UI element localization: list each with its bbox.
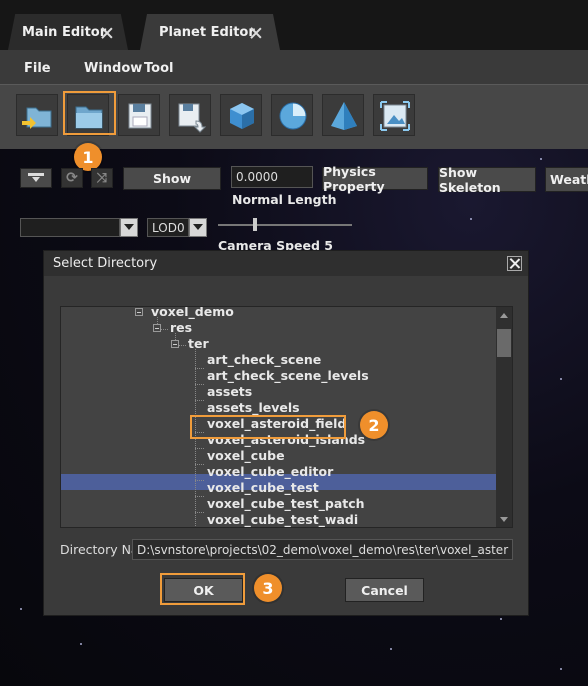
import-folder-icon <box>22 107 52 129</box>
cancel-button[interactable]: Cancel <box>345 578 424 602</box>
directory-name-label: Directory Na <box>60 542 139 557</box>
tab-bar: Main Editor Planet Editor <box>0 0 588 50</box>
lod-select[interactable]: LOD0 <box>147 218 189 237</box>
show-skeleton-button[interactable]: Show Skeleton <box>438 165 536 195</box>
tree-node[interactable]: voxel_cube_test_wadi <box>207 512 358 527</box>
step-badge-2: 2 <box>360 411 388 439</box>
tree-node[interactable]: art_check_scene <box>207 352 321 368</box>
tree-node[interactable]: assets <box>207 384 252 400</box>
menu-window[interactable]: Window <box>84 61 142 76</box>
menu-tool[interactable]: Tool <box>144 61 173 76</box>
cube-icon <box>230 103 254 129</box>
camera-speed-slider[interactable] <box>218 224 352 226</box>
sphere-icon <box>279 102 307 130</box>
dialog-title: Select Directory <box>44 251 528 276</box>
highlight-ok-button <box>160 573 245 605</box>
step-badge-1: 1 <box>74 143 102 171</box>
cube-button[interactable] <box>220 94 262 136</box>
menu-file[interactable]: File <box>24 61 51 76</box>
save-icon <box>128 103 152 129</box>
tree-node[interactable]: voxel_demo <box>151 307 234 320</box>
chevron-down-icon[interactable] <box>120 218 138 237</box>
highlight-open-folder <box>63 91 116 135</box>
collapse-icon <box>28 173 44 182</box>
close-icon[interactable] <box>507 256 522 271</box>
close-icon[interactable] <box>101 27 113 39</box>
tree-node[interactable]: voxel_cube_test_patch <box>207 496 365 512</box>
import-folder-button[interactable] <box>16 94 58 136</box>
expand-toggle-icon[interactable] <box>171 340 179 348</box>
pyramid-icon <box>331 102 357 130</box>
normal-length-label: Normal Length <box>232 192 337 207</box>
tree-node[interactable]: art_check_scene_levels <box>207 368 369 384</box>
camera-speed-handle[interactable] <box>253 218 257 231</box>
scroll-thumb[interactable] <box>497 329 511 357</box>
tab-label: Planet Editor <box>159 24 255 40</box>
tree-node[interactable]: ter <box>188 336 209 352</box>
expand-toggle-icon[interactable] <box>153 324 161 332</box>
pyramid-button[interactable] <box>322 94 364 136</box>
save-as-button[interactable] <box>169 94 211 136</box>
image-tool-icon <box>380 101 410 131</box>
tab-label: Main Editor <box>22 24 107 40</box>
save-as-icon <box>178 103 207 133</box>
menu-bar: File Window Tool <box>0 50 588 84</box>
save-button[interactable] <box>118 94 160 136</box>
highlight-selected-folder <box>190 415 346 439</box>
collapse-button[interactable] <box>20 168 52 188</box>
sphere-button[interactable] <box>271 94 313 136</box>
object-select[interactable] <box>20 218 120 237</box>
tree-node[interactable]: voxel_cube <box>207 448 285 464</box>
tree-scrollbar[interactable] <box>496 307 512 527</box>
tree-node[interactable]: res <box>170 320 192 336</box>
scroll-up-icon[interactable] <box>500 313 508 318</box>
expand-toggle-icon[interactable] <box>135 308 143 316</box>
scroll-down-icon[interactable] <box>500 517 508 522</box>
shuffle-button[interactable]: ⤨ <box>91 168 113 188</box>
tree-node[interactable]: voxel_cube_test <box>207 480 319 496</box>
close-icon[interactable] <box>250 27 262 39</box>
refresh-button[interactable]: ⟳ <box>61 168 83 188</box>
shuffle-icon: ⤨ <box>96 170 108 186</box>
image-tool-button[interactable] <box>373 94 415 136</box>
normal-length-field[interactable]: 0.0000 <box>231 166 313 188</box>
chevron-down-icon[interactable] <box>189 218 207 237</box>
refresh-icon: ⟳ <box>66 170 78 186</box>
show-button[interactable]: Show <box>123 167 221 190</box>
directory-name-field[interactable]: D:\svnstore\projects\02_demo\voxel_demo\… <box>132 539 513 560</box>
physics-property-button[interactable]: Physics Property <box>322 164 428 194</box>
tree-node[interactable]: voxel_cube_editor <box>207 464 333 480</box>
step-badge-3: 3 <box>254 574 282 602</box>
tree-node[interactable]: assets_levels <box>207 400 300 416</box>
weather-button[interactable]: Weathe <box>545 167 588 192</box>
